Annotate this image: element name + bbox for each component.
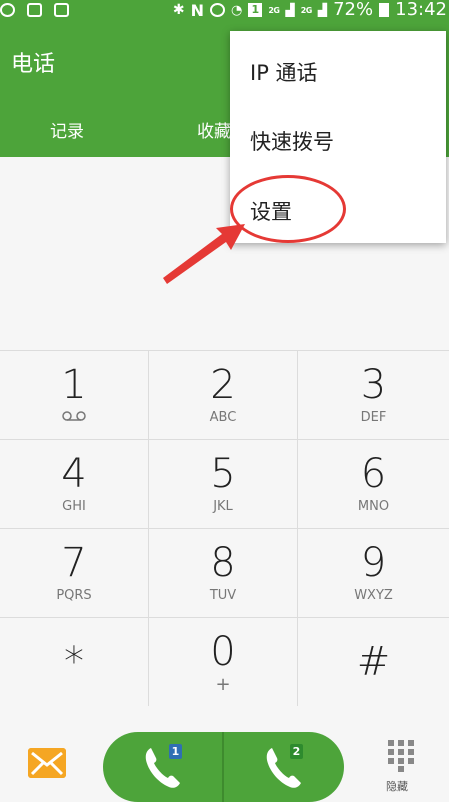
network-type-1: 2G <box>268 5 280 15</box>
status-left <box>0 0 69 20</box>
key-digit: 7 <box>61 540 87 586</box>
key-digit: 1 <box>61 362 87 408</box>
highlight-circle <box>230 175 346 243</box>
status-right: ✱ N ◔ 1 2G ▟ 2G ▟ 72% 13:42 <box>173 0 447 20</box>
key-digit: 3 <box>360 362 387 408</box>
tab-favorites[interactable]: 收藏 <box>197 117 231 142</box>
menu-item-ip-call[interactable]: IP 通话 <box>250 57 318 87</box>
image-icon <box>27 3 42 17</box>
voicemail-icon <box>62 411 86 421</box>
call-buttons: 1 2 <box>103 732 344 802</box>
key-2[interactable]: 2 ABC <box>149 351 298 440</box>
key-0[interactable]: 0 + <box>149 618 298 707</box>
alarm-icon <box>210 3 226 17</box>
sim2-badge: 2 <box>290 744 303 759</box>
key-5[interactable]: 5 JKL <box>149 440 298 529</box>
key-digit: 0 <box>210 629 236 675</box>
wifi-icon: ◔ <box>231 2 243 18</box>
key-hash[interactable]: # <box>298 618 449 707</box>
key-letters: JKL <box>213 499 233 514</box>
key-6[interactable]: 6 MNO <box>298 440 449 529</box>
key-digit: 5 <box>210 451 236 497</box>
battery-percent: 72% <box>333 0 374 20</box>
key-letters: TUV <box>209 588 237 603</box>
key-letters: + <box>215 674 231 695</box>
key-4[interactable]: 4 GHI <box>0 440 149 529</box>
key-7[interactable]: 7 PQRS <box>0 529 149 618</box>
key-digit: 9 <box>360 540 387 586</box>
key-3[interactable]: 3 DEF <box>298 351 449 440</box>
key-digit: # <box>356 639 391 685</box>
dial-keypad: 1 2 ABC 3 DEF 4 GHI 5 JKL 6 MNO 7 PQRS 8… <box>0 350 449 707</box>
key-digit: 2 <box>210 362 236 408</box>
key-digit: 6 <box>360 451 387 497</box>
key-digit: * <box>64 639 84 685</box>
sim-icon: 1 <box>248 3 263 17</box>
status-bar: ✱ N ◔ 1 2G ▟ 2G ▟ 72% 13:42 <box>0 0 449 20</box>
page-title: 电话 <box>11 52 56 77</box>
key-letters: DEF <box>360 410 387 425</box>
key-star[interactable]: * <box>0 618 149 707</box>
bottom-bar: 1 2 隐藏 <box>0 706 449 802</box>
key-digit: 8 <box>210 540 236 586</box>
bluetooth-icon: ✱ <box>172 2 185 18</box>
signal-icon-2: ▟ <box>317 3 328 17</box>
dialpad-icon[interactable] <box>386 738 416 772</box>
battery-icon <box>379 3 390 17</box>
call-sim2-button[interactable]: 2 <box>224 732 344 802</box>
tab-records[interactable]: 记录 <box>50 117 84 142</box>
signal-icon: ▟ <box>285 3 295 17</box>
key-letters: MNO <box>357 499 390 514</box>
network-type-2: 2G <box>300 5 313 15</box>
key-letters: PQRS <box>56 588 92 603</box>
menu-item-speed-dial[interactable]: 快速拨号 <box>250 126 334 156</box>
hide-keypad-label: 隐藏 <box>386 780 408 793</box>
key-letters: GHI <box>62 499 86 514</box>
message-icon[interactable] <box>28 748 66 778</box>
key-1[interactable]: 1 <box>0 351 149 440</box>
key-letters: WXYZ <box>354 588 393 603</box>
nfc-icon: N <box>190 0 205 20</box>
minus-circle-icon <box>0 3 15 17</box>
key-8[interactable]: 8 TUV <box>149 529 298 618</box>
key-9[interactable]: 9 WXYZ <box>298 529 449 618</box>
key-letters: ABC <box>209 410 237 425</box>
sim1-badge: 1 <box>169 744 182 759</box>
call-sim1-button[interactable]: 1 <box>103 732 223 802</box>
notification-icon <box>54 3 69 17</box>
clock: 13:42 <box>395 0 447 20</box>
key-digit: 4 <box>61 451 87 497</box>
